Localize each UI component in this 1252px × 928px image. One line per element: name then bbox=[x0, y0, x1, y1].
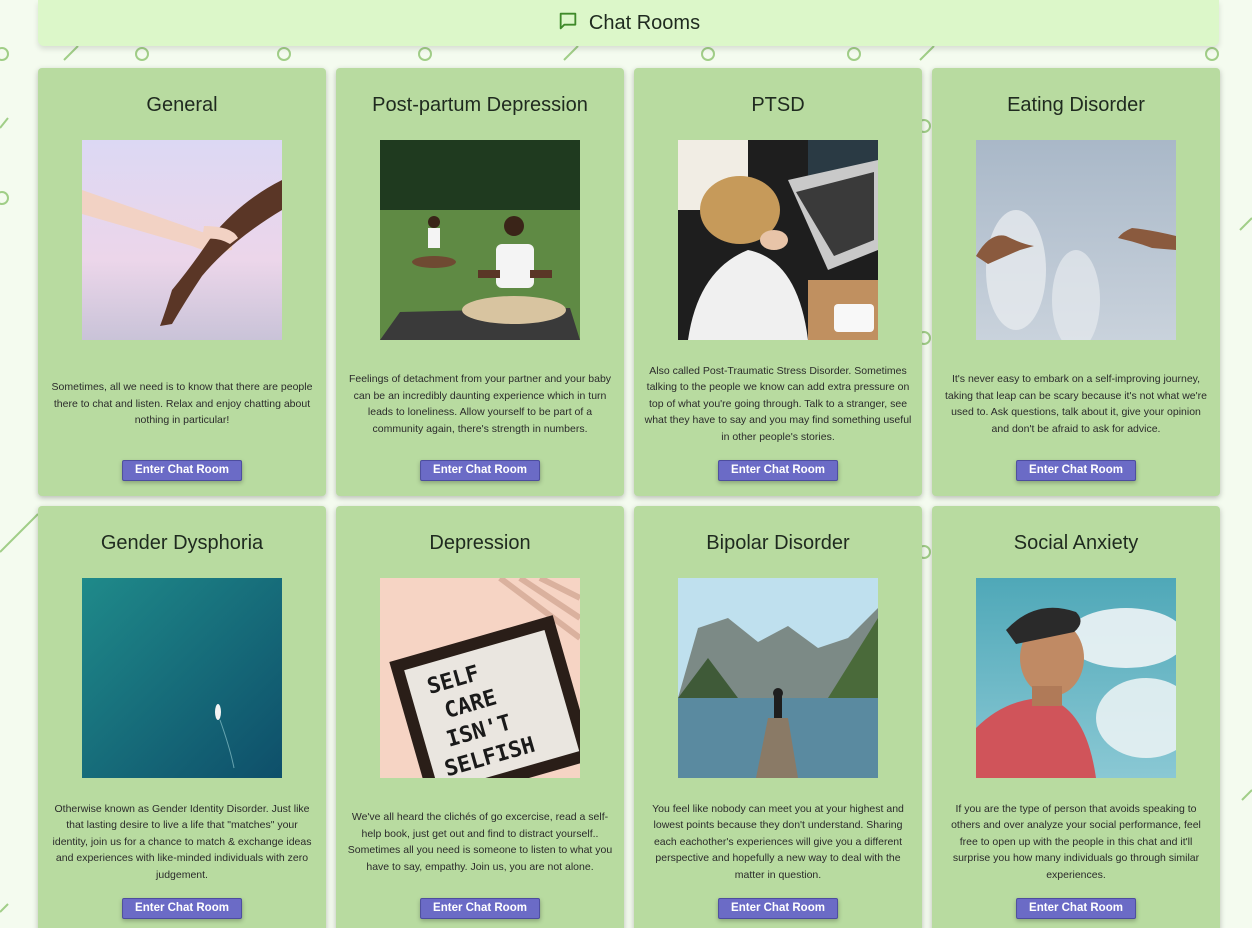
chat-rooms-header: Chat Rooms bbox=[38, 0, 1219, 46]
room-card-depression: Depression SELF CARE ISN'T SELFISH We've… bbox=[336, 506, 624, 928]
room-card-ptsd: PTSD Also called Post-Traumatic Stress D… bbox=[634, 68, 922, 496]
chat-room-grid: General Sometimes, all we need is to kno… bbox=[38, 68, 1220, 928]
room-description: Feelings of detachment from your partner… bbox=[348, 373, 612, 435]
reaching-hands-sky-image bbox=[976, 140, 1176, 340]
room-title: Post-partum Depression bbox=[372, 94, 588, 116]
room-card-bipolar-disorder: Bipolar Disorder You feel like nobody ca… bbox=[634, 506, 922, 928]
room-title: Gender Dysphoria bbox=[100, 532, 264, 554]
room-title: Social Anxiety bbox=[1013, 532, 1139, 554]
room-card-eating-disorder: Eating Disorder It's never easy to embar… bbox=[932, 68, 1220, 496]
enter-chat-room-button[interactable]: Enter Chat Room bbox=[420, 460, 540, 481]
room-title: PTSD bbox=[751, 94, 805, 116]
room-description: Also called Post-Traumatic Stress Disord… bbox=[644, 364, 912, 443]
chat-bubble-icon bbox=[559, 12, 577, 30]
room-title: Bipolar Disorder bbox=[706, 532, 850, 554]
stressed-person-desk-image bbox=[678, 140, 878, 340]
lake-mountains-pier-image bbox=[678, 578, 878, 778]
room-card-social-anxiety: Social Anxiety If you are the type of pe… bbox=[932, 506, 1220, 928]
boat-on-ocean-image bbox=[82, 578, 282, 778]
room-title: Eating Disorder bbox=[1007, 94, 1145, 116]
enter-chat-room-button[interactable]: Enter Chat Room bbox=[122, 460, 242, 481]
enter-chat-room-button[interactable]: Enter Chat Room bbox=[718, 898, 838, 919]
room-description: We've all heard the clichés of go excerc… bbox=[347, 811, 613, 873]
people-meditating-image bbox=[380, 140, 580, 340]
man-looking-up-sky-image bbox=[976, 578, 1176, 778]
room-description: Sometimes, all we need is to know that t… bbox=[51, 381, 313, 427]
room-card-general: General Sometimes, all we need is to kno… bbox=[38, 68, 326, 496]
hands-holding-image bbox=[82, 140, 282, 340]
self-care-letterboard-image: SELF CARE ISN'T SELFISH bbox=[380, 578, 580, 778]
room-card-post-partum-depression: Post-partum Depression Feelings of detac… bbox=[336, 68, 624, 496]
enter-chat-room-button[interactable]: Enter Chat Room bbox=[1016, 898, 1136, 919]
enter-chat-room-button[interactable]: Enter Chat Room bbox=[1016, 460, 1136, 481]
room-description: You feel like nobody can meet you at you… bbox=[652, 802, 904, 881]
enter-chat-room-button[interactable]: Enter Chat Room bbox=[718, 460, 838, 481]
page-title: Chat Rooms bbox=[588, 11, 701, 34]
room-title: General bbox=[146, 94, 218, 116]
room-card-gender-dysphoria: Gender Dysphoria Otherwise known as Gend… bbox=[38, 506, 326, 928]
enter-chat-room-button[interactable]: Enter Chat Room bbox=[420, 898, 540, 919]
enter-chat-room-button[interactable]: Enter Chat Room bbox=[122, 898, 242, 919]
room-description: Otherwise known as Gender Identity Disor… bbox=[52, 802, 312, 881]
room-description: It's never easy to embark on a self-impr… bbox=[945, 373, 1207, 435]
room-title: Depression bbox=[429, 532, 531, 554]
room-description: If you are the type of person that avoid… bbox=[951, 802, 1201, 881]
